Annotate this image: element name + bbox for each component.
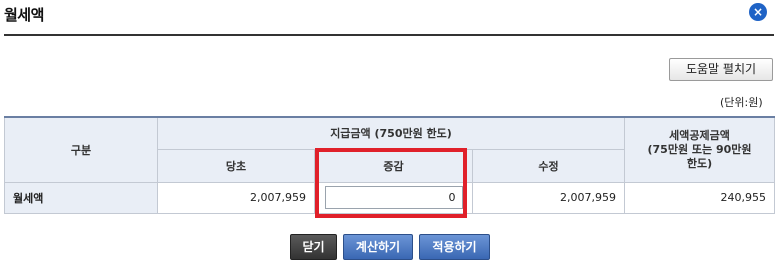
title-divider: [4, 34, 774, 36]
header-payment-group: 지급금액 (750만원 한도): [156, 116, 626, 150]
header-original: 당초: [157, 148, 315, 183]
row-label: 월세액: [4, 181, 158, 214]
calculate-button[interactable]: 계산하기: [343, 234, 413, 260]
unit-note: (단위:원): [720, 96, 763, 109]
apply-button[interactable]: 적용하기: [419, 234, 490, 260]
close-icon[interactable]: ×: [749, 3, 767, 21]
change-cell: [314, 181, 473, 214]
dialog-title-bar: 월세액 ×: [0, 0, 778, 36]
table-row: 월세액 2,007,959 2,007,959 240,955: [4, 181, 776, 214]
header-deduction: 세액공제금액 (75만원 또는 90만원 한도): [624, 116, 776, 183]
help-expand-button[interactable]: 도움말 펼치기: [669, 58, 773, 81]
close-button[interactable]: 닫기: [290, 234, 337, 260]
header-change: 증감: [314, 148, 473, 183]
original-amount: 2,007,959: [157, 181, 315, 214]
rent-table: 구분 지급금액 (750만원 한도) 세액공제금액 (75만원 또는 90만원 …: [4, 116, 776, 214]
deduction-amount: 240,955: [624, 181, 776, 214]
corrected-amount: 2,007,959: [471, 181, 626, 214]
header-category: 구분: [4, 116, 158, 183]
dialog-title: 월세액: [4, 6, 44, 24]
header-corrected: 수정: [471, 148, 626, 183]
change-amount-input[interactable]: [324, 186, 463, 209]
